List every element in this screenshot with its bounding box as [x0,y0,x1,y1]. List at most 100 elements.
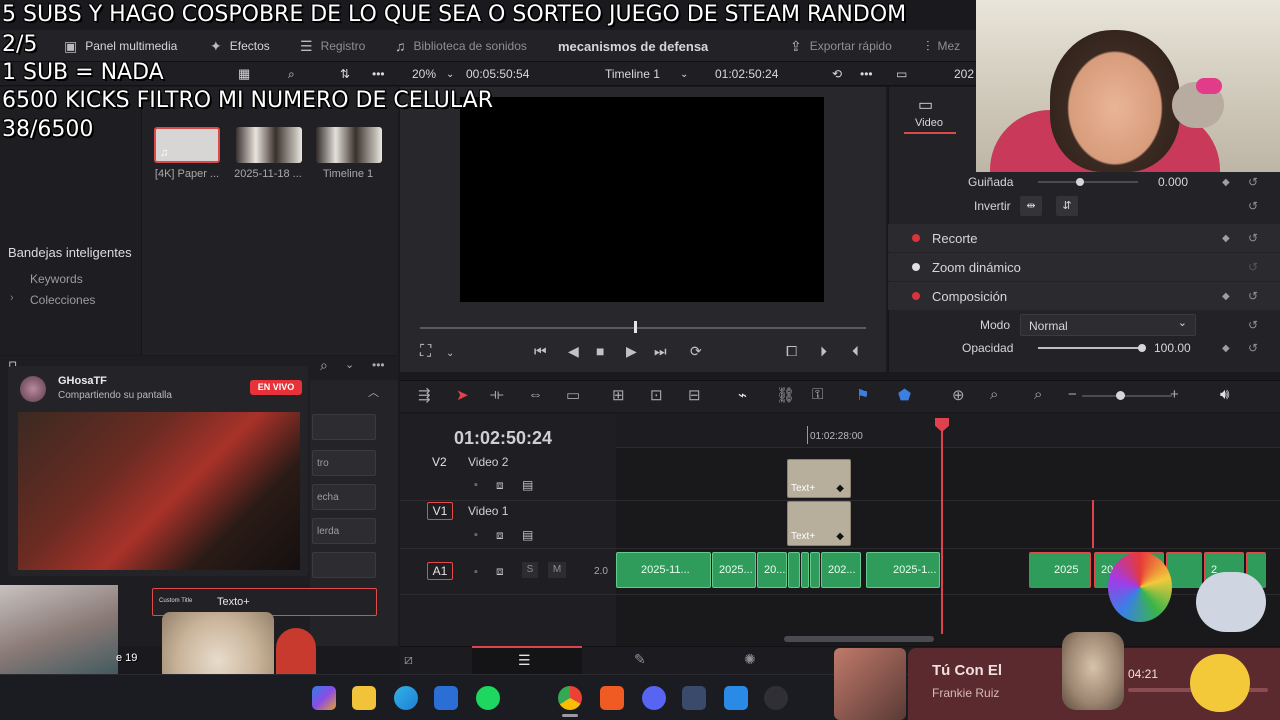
track-id-a1[interactable]: A1 [427,562,453,580]
chrome-icon[interactable] [558,686,582,710]
effect-item[interactable]: tro [312,450,376,476]
track-visible-icon[interactable]: ▤ [522,528,533,542]
step-back-icon[interactable]: ◀ [568,343,579,360]
yaw-slider-handle[interactable] [1076,178,1084,186]
sound-library-button[interactable]: ♫ Biblioteca de sonidos [395,30,527,62]
yaw-value[interactable]: 0.000 [1158,175,1188,189]
text-clip-v2[interactable]: Text+ ◆ [787,459,851,498]
opacity-value[interactable]: 100.00 [1154,341,1191,355]
auto-select-icon[interactable]: ⧈ [496,478,504,493]
volume-icon[interactable]: 🔊︎ [1220,386,1229,403]
yaw-slider[interactable] [1038,181,1138,183]
blade-tool-icon[interactable]: ▭ [566,386,580,404]
playhead[interactable] [941,422,943,634]
more-icon[interactable]: ••• [372,62,385,86]
track-visible-icon[interactable]: ▤ [522,478,533,492]
copilot-icon[interactable] [312,686,336,710]
audio-clip[interactable]: 2025... [712,552,756,588]
effect-item[interactable] [312,414,376,440]
search-icon[interactable]: ⌕ [288,62,295,86]
lock-icon[interactable]: ⚿ [812,386,823,403]
grid-view-icon[interactable]: ▦ [238,62,250,86]
chevron-down-icon[interactable]: ⌄ [345,358,354,371]
keyframe-icon[interactable]: ◆ [1222,177,1230,188]
track-id-v1[interactable]: V1 [427,502,453,520]
layout-icon[interactable]: ⇶ [418,386,431,404]
flip-horizontal-icon[interactable]: ⇹ [1020,196,1042,216]
panel-multimedia-button[interactable]: ▣ Panel multimedia [64,30,177,62]
zoom-slider[interactable] [1082,395,1172,397]
chevron-down-icon[interactable]: ⌄ [446,62,454,86]
zoom-slider-handle[interactable] [1116,391,1125,400]
reset-icon[interactable]: ↺ [1248,289,1258,303]
track-name-v1[interactable]: Video 1 [468,504,508,518]
overwrite-clip-icon[interactable]: ⊡ [650,386,663,404]
more-icon[interactable]: ••• [860,62,873,86]
flag-icon[interactable]: ⚑ [856,386,869,404]
fusion-page-icon[interactable]: ✎ [634,651,646,668]
more-icon[interactable]: ••• [372,358,385,372]
media-thumb-timeline[interactable] [316,127,382,163]
keyframe-icon[interactable]: ◆ [1222,291,1230,302]
chevron-up-icon[interactable]: ︿ [368,384,379,400]
lock-icon[interactable]: ▪ [474,479,478,491]
track-name-v2[interactable]: Video 2 [468,455,508,469]
skip-end-icon[interactable]: ⏭ [654,343,667,360]
insert-clip-icon[interactable]: ⊞ [612,386,625,404]
edge-icon[interactable] [394,686,418,710]
edit-page-tab[interactable]: ☰ [472,646,582,674]
chevron-down-icon[interactable]: ⌄ [446,348,454,359]
trim-tool-icon[interactable]: ⟛ [490,386,504,403]
reset-icon[interactable]: ↺ [1248,318,1258,332]
mode-select[interactable]: Normal ⌄ [1020,314,1196,336]
keyframe-icon[interactable]: ◆ [1222,233,1230,244]
section-dynamic-zoom[interactable]: Zoom dinámico ↺ [888,253,1280,281]
next-clip-icon[interactable]: ⏵ [820,343,827,360]
color-page-icon[interactable]: ✺ [744,651,756,668]
timeline-tracks[interactable] [616,414,1280,646]
scrub-handle[interactable] [634,321,637,333]
brave-icon[interactable] [600,686,624,710]
replace-clip-icon[interactable]: ⊟ [688,386,701,404]
audio-clip[interactable]: 202... [821,552,861,588]
zoom-custom-icon[interactable]: ⌕ [1034,386,1042,403]
text-clip-v1[interactable]: Text+ ◆ [787,501,851,546]
solo-button[interactable]: S [522,562,538,578]
sync-icon[interactable]: ⟲ [832,62,842,86]
keyframe-icon[interactable]: ◆ [1222,343,1230,354]
notepad-icon[interactable] [724,686,748,710]
audio-clip[interactable] [801,552,809,588]
video-tab-icon[interactable]: ▭ [918,95,933,115]
reset-icon[interactable]: ↺ [1248,341,1258,355]
chevron-right-icon[interactable]: › [10,292,14,304]
media-thumb-audio[interactable]: ♫ [154,127,220,163]
enabled-dot-icon[interactable] [912,263,920,271]
cut-page-icon[interactable]: ⧄ [404,651,413,668]
prev-clip-icon[interactable]: ⏴ [852,343,859,360]
bin-colecciones[interactable]: Colecciones [30,293,95,307]
obs-icon[interactable] [764,686,788,710]
zoom-in-icon[interactable]: + [1170,386,1179,403]
inspector-icon[interactable]: ▭ [896,62,907,86]
audio-clip[interactable] [810,552,820,588]
stop-icon[interactable]: ■ [596,343,604,359]
discord-icon[interactable] [642,686,666,710]
spotify-icon[interactable] [476,686,500,710]
auto-select-icon[interactable]: ⧈ [496,528,504,543]
dynamic-trim-icon[interactable]: ⇔ [528,386,543,403]
auto-select-icon[interactable]: ⧈ [496,564,504,579]
mixer-button[interactable]: ⫶ Mez [926,30,960,62]
video-preview[interactable] [460,97,824,302]
zoom-level[interactable]: 20% [412,62,436,86]
media-thumb-video[interactable] [236,127,302,163]
marker-icon[interactable]: ⬟ [898,386,911,404]
selection-tool-icon[interactable]: ➤ [456,386,469,404]
fullscreen-icon[interactable]: ⧠ [786,343,797,360]
audio-clip[interactable]: 20... [757,552,787,588]
reset-icon[interactable]: ↺ [1248,231,1258,245]
quick-export-button[interactable]: ⇪ Exportar rápido [790,30,892,62]
link-icon[interactable]: ⛓ [776,386,795,404]
loop-icon[interactable]: ⟳ [690,343,702,360]
timeline-scrollbar[interactable] [784,636,934,642]
opacity-slider[interactable] [1038,347,1142,349]
